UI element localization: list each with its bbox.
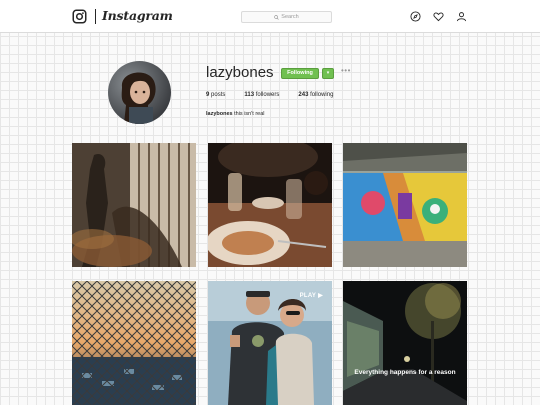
couple-selfie-photo (208, 281, 332, 405)
post-caption-overlay: Everything happens for a reason (354, 369, 456, 376)
post-thumbnail-4[interactable] (72, 281, 196, 405)
post-thumbnail-3[interactable] (343, 143, 467, 267)
search-icon (274, 14, 280, 20)
follow-dropdown-button[interactable]: ▾ (322, 68, 334, 79)
top-navigation-bar: Instagram Search (0, 0, 540, 33)
compass-icon[interactable] (410, 11, 421, 22)
fence-shadow-photo (72, 143, 196, 267)
profile-username: lazybones (206, 64, 274, 81)
following-button[interactable]: Following (281, 68, 319, 79)
night-alley-photo (343, 281, 467, 405)
avatar-image (108, 61, 171, 124)
following-count-value: 243 (298, 92, 309, 98)
heart-icon[interactable] (433, 11, 444, 22)
bio-name: lazybones (206, 111, 233, 117)
bridge-mural-photo (343, 143, 467, 267)
post-thumbnail-2[interactable] (208, 143, 332, 267)
instagram-camera-icon[interactable] (72, 9, 87, 24)
post-thumbnail-5[interactable]: PLAY ▶ (208, 281, 332, 405)
profile-avatar[interactable] (108, 61, 171, 124)
following-count[interactable]: 243 following (298, 92, 333, 98)
post-thumbnail-6[interactable]: Everything happens for a reason (343, 281, 467, 405)
restaurant-dinner-photo (208, 143, 332, 267)
posts-count: 9 posts (206, 92, 225, 98)
posts-count-label: posts (211, 92, 226, 98)
followers-count[interactable]: 113 followers (244, 92, 279, 98)
posts-count-value: 9 (206, 92, 210, 98)
instagram-wordmark[interactable]: Instagram (102, 8, 173, 23)
search-placeholder: Search (281, 14, 299, 20)
person-icon[interactable] (456, 11, 467, 22)
followers-count-label: followers (255, 92, 280, 98)
play-video-badge[interactable]: PLAY ▶ (300, 292, 323, 299)
profile-stats: 9 posts 113 followers 243 following (206, 92, 352, 98)
following-count-label: following (310, 92, 334, 98)
more-options-button[interactable]: ••• (341, 66, 351, 75)
bio-text: this isn't real (234, 111, 265, 117)
logo-divider (95, 9, 96, 24)
post-thumbnail-1[interactable] (72, 143, 196, 267)
profile-bio: lazybones this isn't real (206, 111, 265, 117)
followers-count-value: 113 (244, 92, 255, 98)
chain-fence-sunset-photo (72, 281, 196, 405)
search-input[interactable]: Search (241, 11, 332, 23)
